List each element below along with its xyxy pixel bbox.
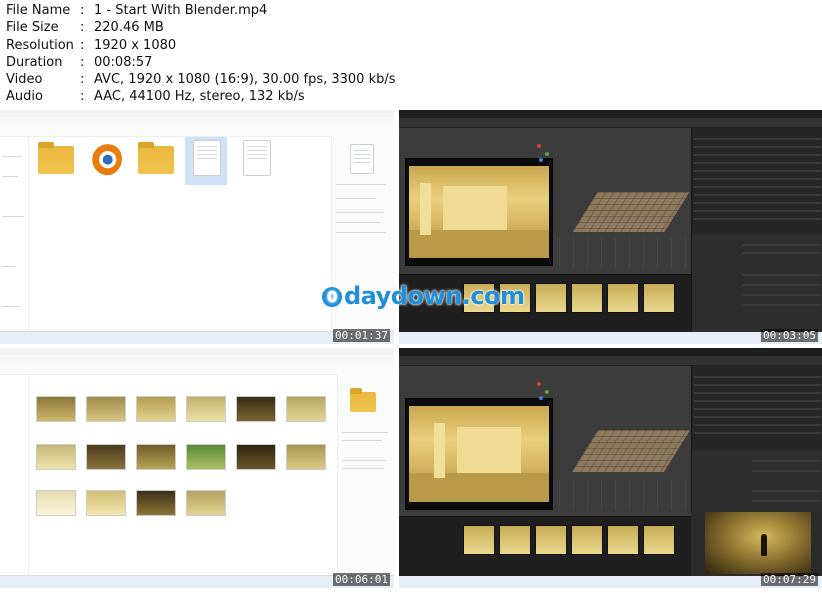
- blender-menu-bar: [399, 110, 822, 118]
- scene-mesh: [572, 192, 690, 232]
- media-info-panel: File Name:1 - Start With Blender.mp4 Fil…: [6, 2, 396, 106]
- info-label: File Name: [6, 3, 71, 18]
- asset-thumbnail: [535, 525, 567, 555]
- watermark-letter: 0: [322, 287, 342, 307]
- asset-thumbnail: [571, 525, 603, 555]
- image-thumbnail: [236, 444, 276, 470]
- outliner-panel: [691, 128, 822, 234]
- asset-thumbnail: [607, 525, 639, 555]
- image-thumbnail: [36, 490, 76, 516]
- thumbnail-timestamp: 00:06:01: [333, 573, 390, 586]
- window-titlebar: [0, 110, 394, 117]
- info-value: 1920 x 1080: [94, 37, 177, 53]
- info-label: Audio: [6, 89, 43, 105]
- image-thumbnail: [86, 396, 126, 422]
- navigation-pane: [0, 136, 29, 332]
- document-icon: [193, 140, 221, 176]
- media-info-row: Video: AVC, 1920 x 1080 (16:9), 30.00 fps…: [6, 71, 396, 88]
- character-figure: [761, 534, 767, 556]
- info-label: Duration: [6, 54, 63, 70]
- image-thumbnail: [36, 444, 76, 470]
- scene-mesh: [571, 430, 691, 472]
- image-thumbnail: [136, 396, 176, 422]
- blender-menu-bar: [399, 348, 822, 356]
- media-info-row: File Name:1 - Start With Blender.mp4: [6, 2, 396, 19]
- info-value: 00:08:57: [94, 54, 153, 70]
- info-value: AAC, 44100 Hz, stereo, 132 kb/s: [94, 89, 305, 105]
- properties-panel: [691, 450, 822, 512]
- explorer-toolbar: [0, 364, 394, 375]
- info-label: Video: [6, 72, 43, 88]
- image-thumbnail: [136, 444, 176, 470]
- properties-panel: [691, 234, 822, 332]
- thumbnail-timestamp: 00:03:05: [761, 329, 818, 342]
- asset-browser: [399, 516, 691, 577]
- watermark-text: daydown.com: [344, 282, 525, 310]
- info-value: 220.46 MB: [94, 20, 164, 36]
- info-label: Resolution: [6, 37, 74, 53]
- image-thumbnail: [186, 444, 226, 470]
- navigation-pane: [0, 374, 29, 576]
- asset-thumbnail: [535, 283, 567, 313]
- image-thumbnail: [86, 444, 126, 470]
- image-thumbnail: [136, 490, 176, 516]
- blender-header: [399, 356, 822, 366]
- render-preview: [405, 398, 553, 510]
- asset-thumbnail: [607, 283, 639, 313]
- asset-thumbnail: [463, 525, 495, 555]
- thumbnail-timestamp: 00:01:37: [333, 329, 390, 342]
- image-thumbnail: [186, 396, 226, 422]
- info-separator: :: [80, 54, 85, 70]
- folder-icon: [350, 388, 376, 412]
- info-separator: :: [80, 37, 85, 53]
- window-titlebar: [0, 348, 394, 355]
- folder-icon: [138, 142, 174, 174]
- info-separator: :: [80, 3, 85, 18]
- info-separator: :: [80, 72, 85, 88]
- folder-icon: [38, 142, 74, 174]
- info-value: AVC, 1920 x 1080 (16:9), 30.00 fps, 3300…: [94, 72, 396, 88]
- outliner-panel: [691, 366, 822, 450]
- thumbnail-3-image-gallery[interactable]: 00:06:01: [0, 348, 394, 588]
- image-thumbnail: [286, 444, 326, 470]
- document-icon: [243, 140, 271, 176]
- asset-thumbnail: [571, 283, 603, 313]
- info-separator: :: [80, 89, 85, 105]
- asset-thumbnail: [499, 525, 531, 555]
- asset-thumbnail: [643, 525, 675, 555]
- asset-thumbnail: [643, 283, 675, 313]
- watermark-logo: 0 daydown.com: [322, 282, 525, 310]
- info-separator: :: [80, 20, 85, 36]
- document-icon: [350, 144, 374, 174]
- image-thumbnail: [286, 396, 326, 422]
- image-thumbnail: [86, 490, 126, 516]
- media-info-row: Duration:00:08:57: [6, 54, 396, 71]
- image-thumbnail: [236, 396, 276, 422]
- media-info-row: Audio: AAC, 44100 Hz, stereo, 132 kb/s: [6, 88, 396, 105]
- viewport-3d: [399, 128, 691, 274]
- blender-header: [399, 118, 822, 128]
- image-thumbnail: [186, 490, 226, 516]
- viewport-3d: [399, 366, 691, 516]
- render-preview: [405, 158, 553, 266]
- render-window-preview: [705, 512, 811, 574]
- info-label: File Size: [6, 20, 59, 36]
- thumbnail-timestamp: 00:07:29: [761, 573, 818, 586]
- details-pane: [337, 374, 394, 576]
- media-info-row: File Size:220.46 MB: [6, 19, 396, 36]
- thumbnail-4-blender[interactable]: 00:07:29: [399, 348, 822, 588]
- image-thumbnail: [36, 396, 76, 422]
- windows-taskbar: [399, 576, 822, 588]
- windows-taskbar: [399, 332, 822, 344]
- blender-logo-icon: [88, 142, 122, 176]
- info-value: 1 - Start With Blender.mp4: [94, 3, 268, 18]
- media-info-row: Resolution:1920 x 1080: [6, 37, 396, 54]
